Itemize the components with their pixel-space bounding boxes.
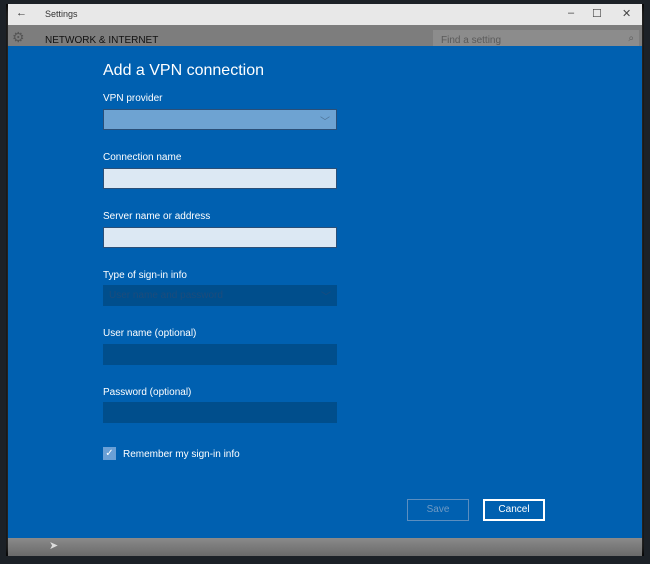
- search-placeholder: Find a setting: [441, 35, 502, 46]
- settings-header: ⚙ NETWORK & INTERNET Find a setting ⌕: [8, 25, 642, 46]
- section-title: NETWORK & INTERNET: [45, 35, 159, 46]
- password-label: Password (optional): [103, 387, 192, 398]
- window-footer: [8, 538, 642, 556]
- title-bar: ← Settings – ☐ ✕: [8, 4, 642, 25]
- vpn-provider-select[interactable]: ﹀: [103, 109, 337, 130]
- server-label: Server name or address: [103, 211, 211, 222]
- chevron-down-icon: ﹀: [320, 117, 330, 128]
- vpn-dialog: Add a VPN connection VPN provider ﹀ Conn…: [8, 46, 642, 538]
- server-input[interactable]: [103, 227, 337, 248]
- signin-type-select[interactable]: User name and password ﹀: [103, 285, 337, 306]
- dialog-title: Add a VPN connection: [103, 62, 264, 79]
- connection-name-input[interactable]: [103, 168, 337, 189]
- signin-type-value: User name and password: [109, 290, 223, 301]
- remember-label[interactable]: Remember my sign-in info: [123, 449, 240, 460]
- username-label: User name (optional): [103, 328, 197, 339]
- minimize-button[interactable]: –: [568, 7, 574, 19]
- signin-type-label: Type of sign-in info: [103, 270, 187, 281]
- chevron-down-icon: ﹀: [321, 292, 331, 303]
- checkmark-icon: ✓: [105, 448, 114, 459]
- window-title: Settings: [45, 9, 78, 19]
- username-input[interactable]: [103, 344, 337, 365]
- connection-name-label: Connection name: [103, 152, 182, 163]
- mouse-cursor-icon: ➤: [49, 540, 59, 552]
- close-button[interactable]: ✕: [622, 7, 631, 20]
- cancel-button[interactable]: Cancel: [483, 499, 545, 521]
- password-input[interactable]: [103, 402, 337, 423]
- back-arrow-icon[interactable]: ←: [16, 7, 27, 19]
- search-input[interactable]: Find a setting ⌕: [433, 30, 639, 46]
- vpn-provider-label: VPN provider: [103, 93, 163, 104]
- search-icon: ⌕: [628, 33, 634, 44]
- maximize-button[interactable]: ☐: [592, 7, 602, 20]
- gear-icon: ⚙: [12, 29, 25, 45]
- save-button[interactable]: Save: [407, 499, 469, 521]
- remember-checkbox[interactable]: ✓: [103, 447, 116, 460]
